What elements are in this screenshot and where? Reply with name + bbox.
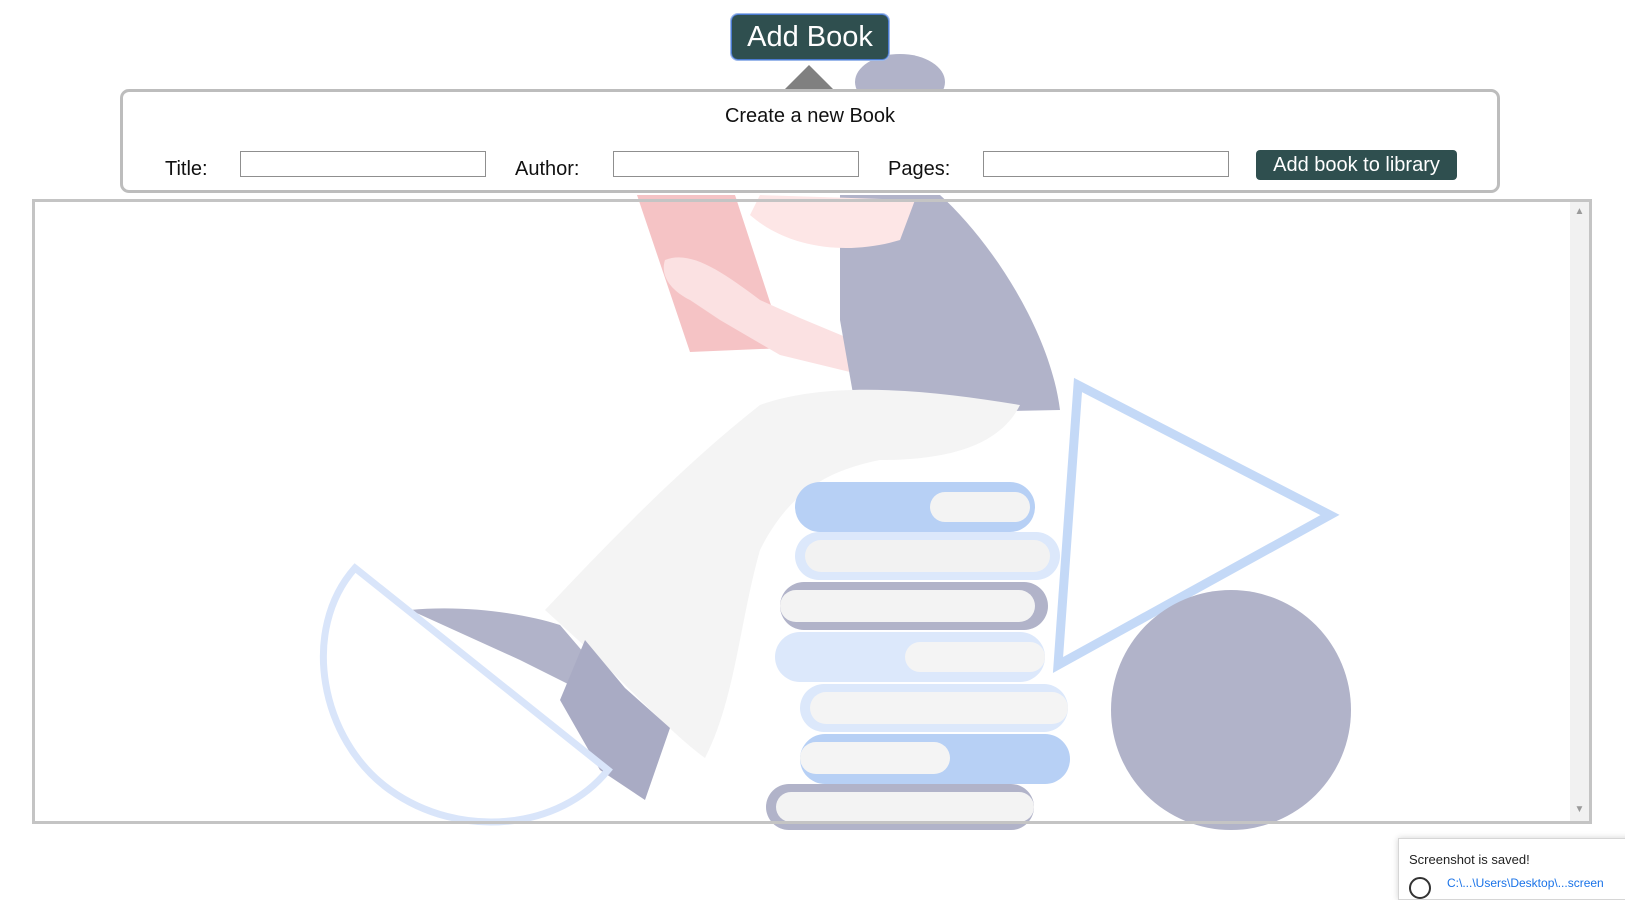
library-scrollbar[interactable]: ▲ ▼ — [1570, 202, 1589, 821]
pages-input[interactable] — [983, 151, 1229, 177]
library-container: ▲ ▼ — [32, 199, 1592, 824]
triangle-up-icon[interactable]: ▲ — [1570, 206, 1589, 217]
title-input[interactable] — [240, 151, 486, 177]
add-book-button[interactable]: Add Book — [730, 13, 890, 61]
triangle-down-icon[interactable]: ▼ — [1570, 804, 1589, 815]
pages-label: Pages: — [888, 158, 951, 180]
popover-caret-icon — [785, 65, 833, 89]
screenshot-toast[interactable]: Screenshot is saved! C:\...\Users\Deskto… — [1398, 838, 1625, 900]
folder-icon — [1409, 877, 1431, 899]
new-book-form: Create a new Book Title: Author: Pages: … — [120, 89, 1500, 193]
form-title: Create a new Book — [724, 105, 896, 127]
add-book-to-library-button[interactable]: Add book to library — [1256, 150, 1457, 180]
toast-file-link[interactable]: C:\...\Users\Desktop\...screen — [1447, 876, 1604, 890]
author-label: Author: — [515, 158, 580, 180]
title-label: Title: — [165, 158, 208, 180]
toast-message: Screenshot is saved! — [1409, 852, 1530, 867]
author-input[interactable] — [613, 151, 859, 177]
